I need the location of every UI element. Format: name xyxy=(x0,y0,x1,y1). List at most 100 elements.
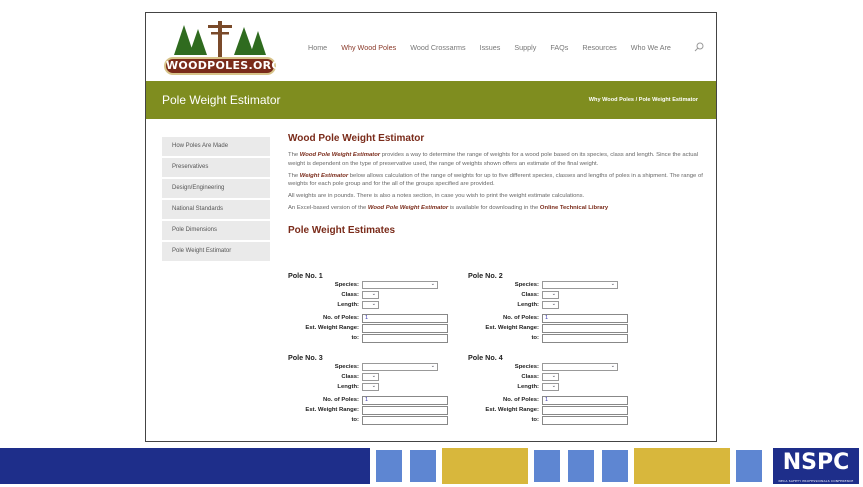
num-poles-label: No. of Poles: xyxy=(503,396,539,403)
intro-paragraph-1: The Wood Pole Weight Estimator provides … xyxy=(288,152,699,167)
page-title-bar: Pole Weight Estimator Why Wood Poles / P… xyxy=(146,81,716,119)
transmission-tower-icon xyxy=(600,448,630,484)
pole-form-4: Pole No. 4 Species: ⌄ Class: ⌄ Length: ⌄… xyxy=(468,353,628,426)
intro-paragraph-4: An Excel-based version of the Wood Pole … xyxy=(288,205,609,212)
to-label: to: xyxy=(351,334,359,341)
num-poles-label: No. of Poles: xyxy=(323,314,359,321)
est-weight-min-field xyxy=(362,405,448,415)
panel-icon xyxy=(566,448,596,484)
to-label: to: xyxy=(531,416,539,423)
logo-text: WOODPOLES.ORG xyxy=(164,57,280,75)
class-label: Class: xyxy=(341,374,359,381)
chevron-down-icon: ⌄ xyxy=(371,291,376,298)
est-weight-max-field xyxy=(542,415,628,425)
nav-why-wood-poles[interactable]: Why Wood Poles xyxy=(341,43,396,52)
footer-navy-bar xyxy=(0,448,370,484)
sidebar-item-pole-weight-estimator[interactable]: Pole Weight Estimator xyxy=(162,242,270,261)
est-weight-max-field xyxy=(362,333,448,343)
length-select[interactable]: ⌄ xyxy=(542,301,559,310)
pole-form-1: Pole No. 1 Species: ⌄ Class: ⌄ Length: ⌄… xyxy=(288,271,448,344)
class-select[interactable]: ⌄ xyxy=(362,373,379,382)
sidebar-item-how-poles-are-made[interactable]: How Poles Are Made xyxy=(162,137,270,156)
species-label: Species: xyxy=(514,282,539,288)
length-label: Length: xyxy=(517,384,539,391)
species-label: Species: xyxy=(334,282,359,288)
breadcrumb-current: Pole Weight Estimator xyxy=(638,97,698,103)
est-weight-min-field xyxy=(542,323,628,333)
nav-supply[interactable]: Supply xyxy=(514,43,536,52)
estimates-heading: Pole Weight Estimates xyxy=(288,225,396,237)
est-range-label: Est. Weight Range: xyxy=(485,324,539,331)
est-range-label: Est. Weight Range: xyxy=(305,324,359,331)
class-select[interactable]: ⌄ xyxy=(362,291,379,300)
pole-title: Pole No. 3 xyxy=(288,353,323,362)
nav-issues[interactable]: Issues xyxy=(480,43,501,52)
chevron-down-icon: ⌄ xyxy=(371,383,376,390)
nav-who-we-are[interactable]: Who We Are xyxy=(631,43,671,52)
nav-home[interactable]: Home xyxy=(308,43,327,52)
sidebar-item-preservatives[interactable]: Preservatives xyxy=(162,158,270,177)
est-weight-min-field xyxy=(362,323,448,333)
site-header: WOODPOLES.ORG Home Why Wood Poles Wood C… xyxy=(146,13,716,81)
breadcrumb: Why Wood Poles / Pole Weight Estimator xyxy=(589,97,698,103)
chevron-down-icon: ⌄ xyxy=(371,301,376,308)
chevron-down-icon: ⌄ xyxy=(551,291,556,298)
search-icon[interactable] xyxy=(694,42,704,52)
chevron-down-icon: ⌄ xyxy=(551,373,556,380)
species-select[interactable]: ⌄ xyxy=(362,281,438,289)
page-title: Pole Weight Estimator xyxy=(162,93,281,107)
chevron-down-icon: ⌄ xyxy=(371,373,376,380)
breadcrumb-parent[interactable]: Why Wood Poles xyxy=(589,97,634,103)
nav-wood-crossarms[interactable]: Wood Crossarms xyxy=(410,43,465,52)
to-label: to: xyxy=(531,334,539,341)
nspc-logo: NSPC NECA SAFETY PROFESSIONALS CONFERENC… xyxy=(773,448,859,484)
species-label: Species: xyxy=(334,364,359,370)
length-select[interactable]: ⌄ xyxy=(362,383,379,392)
length-label: Length: xyxy=(337,302,359,309)
num-poles-input[interactable]: 1 xyxy=(362,395,448,405)
nav-resources[interactable]: Resources xyxy=(582,43,616,52)
breadcrumb-separator: / xyxy=(635,97,638,103)
sidebar-item-design-engineering[interactable]: Design/Engineering xyxy=(162,179,270,198)
worker-icon xyxy=(532,448,562,484)
est-range-label: Est. Weight Range: xyxy=(305,406,359,413)
class-select[interactable]: ⌄ xyxy=(542,291,559,300)
nav-faqs[interactable]: FAQs xyxy=(550,43,568,52)
class-label: Class: xyxy=(521,292,539,299)
chevron-down-icon: ⌄ xyxy=(430,281,435,287)
intro-paragraph-3: All weights are in pounds. There is also… xyxy=(288,193,585,200)
length-select[interactable]: ⌄ xyxy=(362,301,379,310)
main-content: Wood Pole Weight Estimator The Wood Pole… xyxy=(288,133,703,244)
pole-title: Pole No. 4 xyxy=(468,353,503,362)
sidebar-nav: How Poles Are Made Preservatives Design/… xyxy=(162,137,270,263)
truck-icon xyxy=(634,448,730,484)
length-label: Length: xyxy=(337,384,359,391)
species-select[interactable]: ⌄ xyxy=(542,363,618,371)
num-poles-input[interactable]: 1 xyxy=(542,395,628,405)
browser-screenshot: WOODPOLES.ORG Home Why Wood Poles Wood C… xyxy=(145,12,717,442)
est-weight-max-field xyxy=(542,333,628,343)
length-select[interactable]: ⌄ xyxy=(542,383,559,392)
class-select[interactable]: ⌄ xyxy=(542,373,559,382)
est-weight-min-field xyxy=(542,405,628,415)
estimator-name: Wood Pole Weight Estimator xyxy=(299,152,381,158)
main-nav: Home Why Wood Poles Wood Crossarms Issue… xyxy=(308,43,685,52)
content-heading: Wood Pole Weight Estimator xyxy=(288,133,425,144)
chevron-down-icon: ⌄ xyxy=(551,383,556,390)
sidebar-item-pole-dimensions[interactable]: Pole Dimensions xyxy=(162,221,270,240)
pole-title: Pole No. 1 xyxy=(288,271,323,280)
species-label: Species: xyxy=(514,364,539,370)
site-logo[interactable]: WOODPOLES.ORG xyxy=(164,19,280,77)
num-poles-input[interactable]: 1 xyxy=(542,313,628,323)
species-select[interactable]: ⌄ xyxy=(542,281,618,289)
species-select[interactable]: ⌄ xyxy=(362,363,438,371)
num-poles-input[interactable]: 1 xyxy=(362,313,448,323)
class-label: Class: xyxy=(521,374,539,381)
num-poles-label: No. of Poles: xyxy=(323,396,359,403)
sidebar-item-national-standards[interactable]: National Standards xyxy=(162,200,270,219)
num-poles-label: No. of Poles: xyxy=(503,314,539,321)
online-technical-library-link[interactable]: Online Technical Library xyxy=(540,205,608,211)
pole-form-3: Pole No. 3 Species: ⌄ Class: ⌄ Length: ⌄… xyxy=(288,353,448,426)
slide: WOODPOLES.ORG Home Why Wood Poles Wood C… xyxy=(0,0,863,487)
chevron-down-icon: ⌄ xyxy=(610,363,615,369)
